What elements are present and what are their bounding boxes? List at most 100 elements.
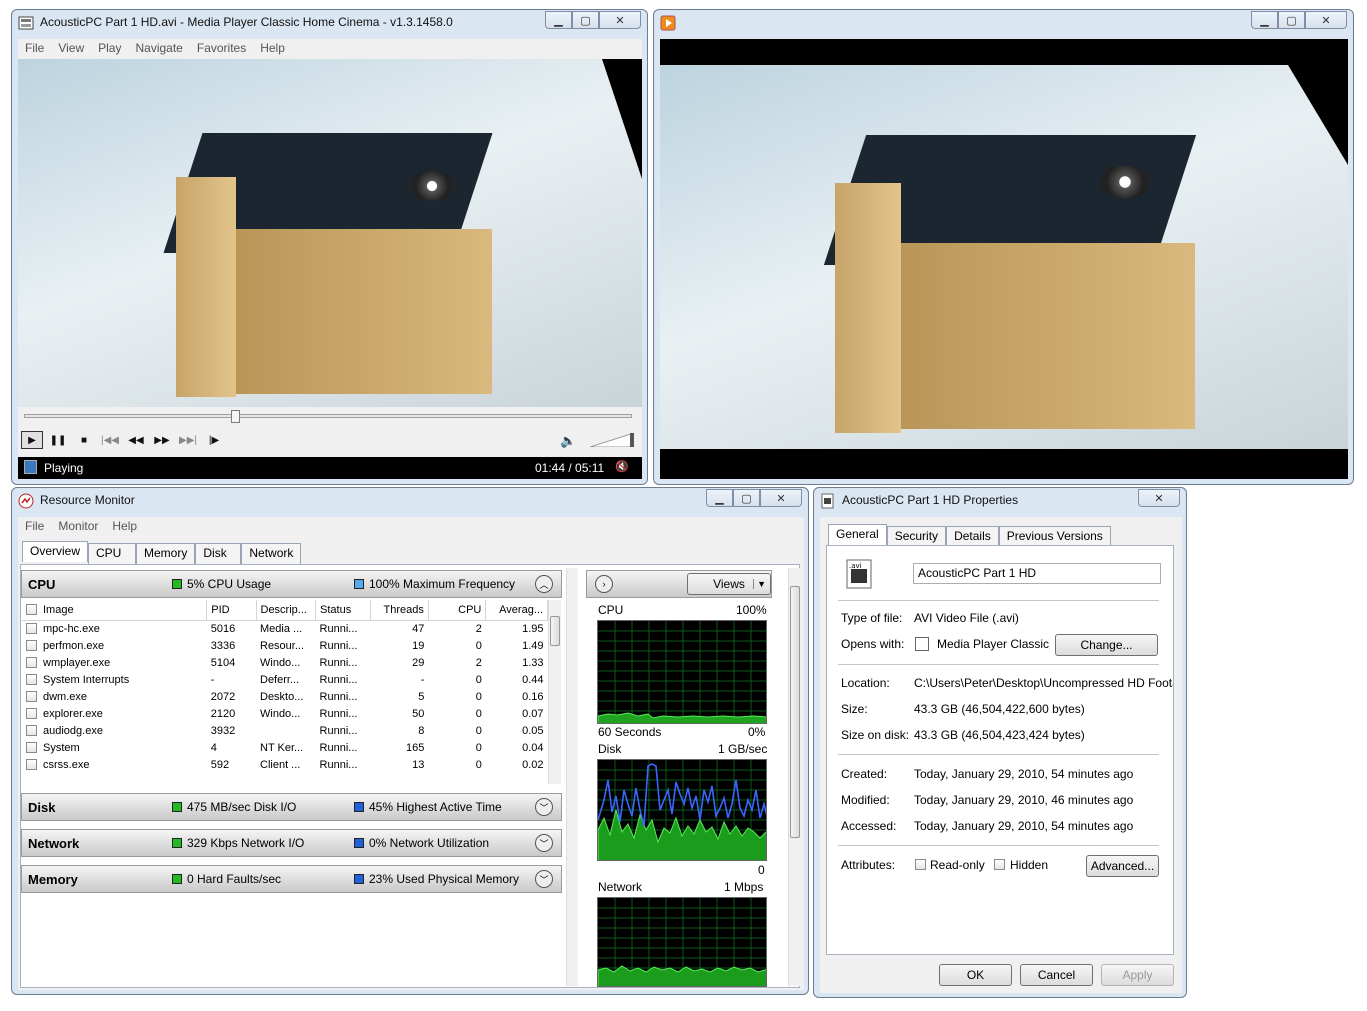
column-cpu[interactable]: CPU: [428, 600, 487, 621]
rewind-button[interactable]: ◀◀: [125, 431, 147, 449]
column-average[interactable]: Averag...: [485, 600, 548, 621]
close-button[interactable]: ✕: [760, 489, 802, 507]
ok-button[interactable]: OK: [939, 964, 1012, 986]
player2-window[interactable]: ▁ ▢ ✕: [653, 9, 1354, 485]
memory-section-header[interactable]: Memory 0 Hard Faults/sec 23% Used Physic…: [21, 865, 562, 893]
resmon-titlebar[interactable]: Resource Monitor: [12, 488, 808, 516]
volume-icon[interactable]: 🔈: [560, 433, 576, 449]
tab-security[interactable]: Security: [886, 526, 947, 547]
column-image[interactable]: Image: [22, 600, 208, 621]
cancel-button[interactable]: Cancel: [1020, 964, 1093, 986]
player2-titlebar[interactable]: [654, 10, 1353, 38]
graph-pane-scrollbar[interactable]: [788, 568, 801, 986]
column-description[interactable]: Descrip...: [256, 600, 317, 621]
table-row[interactable]: wmplayer.exe 5104 Windo... Runni... 29 2 1.33: [22, 654, 548, 671]
play-button[interactable]: ▶: [21, 431, 43, 449]
menu-view[interactable]: View: [51, 39, 91, 59]
maximize-button[interactable]: ▢: [572, 11, 599, 29]
expand-icon[interactable]: ﹀: [535, 798, 553, 816]
row-checkbox[interactable]: [26, 622, 37, 634]
mpc-video[interactable]: [18, 59, 642, 407]
cpu-usage-swatch: [172, 579, 182, 589]
frame-step-button[interactable]: |▶: [203, 431, 225, 449]
tab-details[interactable]: Details: [946, 526, 999, 547]
select-all-checkbox[interactable]: [26, 603, 37, 615]
menu-help[interactable]: Help: [253, 39, 292, 59]
resmon-window[interactable]: Resource Monitor ▁ ▢ ✕ File Monitor Help…: [11, 487, 809, 995]
column-pid[interactable]: PID: [206, 600, 257, 621]
disk-section-header[interactable]: Disk 475 MB/sec Disk I/O 45% Highest Act…: [21, 793, 562, 821]
close-button[interactable]: ✕: [1305, 11, 1347, 29]
table-row[interactable]: explorer.exe 2120 Windo... Runni... 50 0 0.07: [22, 705, 548, 722]
previous-icon[interactable]: |◀◀: [99, 431, 121, 449]
network-io-area: [598, 965, 766, 986]
readonly-checkbox[interactable]: [915, 859, 926, 870]
row-checkbox[interactable]: [26, 724, 37, 736]
minimize-button[interactable]: ▁: [706, 489, 733, 507]
collapse-icon[interactable]: ︿: [535, 575, 553, 593]
player2-video[interactable]: [660, 39, 1348, 479]
process-table-scrollbar[interactable]: [548, 600, 561, 784]
hidden-checkbox[interactable]: [994, 859, 1005, 870]
menu-favorites[interactable]: Favorites: [190, 39, 253, 59]
menu-file[interactable]: File: [18, 517, 51, 537]
table-row[interactable]: mpc-hc.exe 5016 Media ... Runni... 47 2 1.95: [22, 620, 548, 637]
table-row[interactable]: dwm.exe 2072 Deskto... Runni... 5 0 0.16: [22, 688, 548, 705]
tab-cpu[interactable]: CPU: [88, 543, 137, 564]
column-threads[interactable]: Threads: [370, 600, 429, 621]
close-button[interactable]: ✕: [599, 11, 641, 29]
tab-previous-versions[interactable]: Previous Versions: [998, 526, 1111, 547]
row-checkbox[interactable]: [26, 741, 37, 753]
stop-button[interactable]: ■: [73, 431, 95, 449]
change-button[interactable]: Change...: [1055, 634, 1158, 656]
maximize-button[interactable]: ▢: [733, 489, 760, 507]
row-checkbox[interactable]: [26, 673, 37, 685]
row-checkbox[interactable]: [26, 656, 37, 668]
menu-play[interactable]: Play: [91, 39, 128, 59]
menu-file[interactable]: File: [18, 39, 51, 59]
properties-titlebar[interactable]: AcousticPC Part 1 HD Properties: [814, 488, 1186, 516]
table-row[interactable]: System Interrupts - Deferr... Runni... - 0 0.4…: [22, 671, 548, 688]
scrollbar-thumb[interactable]: [550, 616, 560, 646]
minimize-button[interactable]: ▁: [545, 11, 572, 29]
menu-monitor[interactable]: Monitor: [51, 517, 105, 537]
row-checkbox[interactable]: [26, 758, 37, 770]
row-checkbox[interactable]: [26, 690, 37, 702]
expand-icon[interactable]: ﹀: [535, 870, 553, 888]
tab-memory[interactable]: Memory: [136, 543, 196, 564]
left-pane-scrollbar[interactable]: [566, 568, 578, 986]
tab-overview[interactable]: Overview: [22, 541, 89, 562]
tab-network[interactable]: Network: [241, 543, 302, 564]
maximize-button[interactable]: ▢: [1278, 11, 1305, 29]
collapse-pane-icon[interactable]: ›: [595, 575, 613, 593]
network-section-header[interactable]: Network 329 Kbps Network I/O 0% Network …: [21, 829, 562, 857]
volume-slider[interactable]: [590, 433, 634, 447]
row-checkbox[interactable]: [26, 707, 37, 719]
table-row[interactable]: csrss.exe 592 Client ... Runni... 13 0 0.02: [22, 756, 548, 773]
close-button[interactable]: ✕: [1138, 489, 1180, 507]
mpc-window[interactable]: AcousticPC Part 1 HD.avi - Media Player …: [11, 9, 648, 485]
table-row[interactable]: System 4 NT Ker... Runni... 165 0 0.04: [22, 739, 548, 756]
column-status[interactable]: Status: [315, 600, 372, 621]
seek-thumb[interactable]: [230, 410, 240, 423]
tab-disk[interactable]: Disk: [195, 543, 242, 564]
seek-bar[interactable]: [24, 414, 632, 418]
table-row[interactable]: perfmon.exe 3336 Resour... Runni... 19 0 1.49: [22, 637, 548, 654]
fast-forward-button[interactable]: ▶▶: [151, 431, 173, 449]
menu-navigate[interactable]: Navigate: [128, 39, 189, 59]
tab-general[interactable]: General: [828, 524, 887, 545]
minimize-button[interactable]: ▁: [1251, 11, 1278, 29]
table-row[interactable]: audiodg.exe 3932 Runni... 8 0 0.05: [22, 722, 548, 739]
pause-button[interactable]: ❚❚: [47, 431, 69, 449]
row-checkbox[interactable]: [26, 639, 37, 651]
apply-button[interactable]: Apply: [1101, 964, 1174, 986]
menu-help[interactable]: Help: [105, 517, 144, 537]
properties-window[interactable]: AcousticPC Part 1 HD Properties ✕ Genera…: [813, 487, 1187, 998]
scrollbar-thumb[interactable]: [790, 586, 800, 838]
expand-icon[interactable]: ﹀: [535, 834, 553, 852]
views-button[interactable]: Views ▼: [687, 573, 771, 595]
advanced-button[interactable]: Advanced...: [1086, 855, 1159, 877]
next-icon[interactable]: ▶▶|: [177, 431, 199, 449]
filename-field[interactable]: AcousticPC Part 1 HD: [913, 563, 1161, 584]
cpu-section-header[interactable]: CPU 5% CPU Usage 100% Maximum Frequency …: [21, 570, 562, 598]
